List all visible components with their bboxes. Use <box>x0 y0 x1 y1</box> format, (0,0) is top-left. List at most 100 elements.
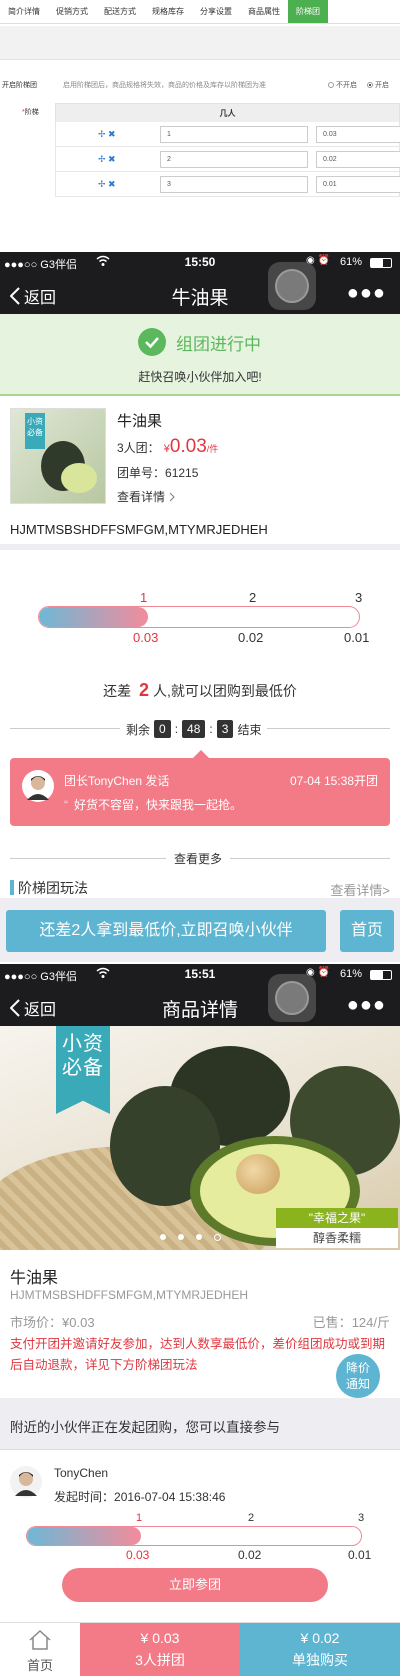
group-status-banner: 组团进行中 赶快召唤小伙伴加入吧! <box>0 314 400 396</box>
remain-suffix: 人,就可以团购到最低价 <box>153 683 297 699</box>
brand-subtext: 醇香柔糯 <box>312 1231 361 1245</box>
battery-icon <box>370 970 392 980</box>
product-thumbnail: 小资必备 <box>10 408 106 504</box>
add-remove-icons[interactable]: ✢ ✖ <box>98 154 116 165</box>
radio-enable-label: 开启 <box>375 82 389 89</box>
countdown: 剩余 0: 48: 3 结束 <box>120 718 268 740</box>
price-input[interactable]: 0.02 <box>316 151 400 168</box>
sold-count: 已售：124/斤 <box>313 1312 390 1331</box>
product-hero-image[interactable]: 小资必备 "幸福之果" 醇香柔糯 <box>0 1026 400 1250</box>
battery-percent: 61% <box>340 968 363 980</box>
tab-delivery[interactable]: 配送方式 <box>96 0 144 23</box>
action-bar: 还差2人拿到最低价,立即召唤小伙伴 首页 <box>0 898 400 962</box>
leader-message: 团长TonyChen 发话 07-04 15:38开团 “ 好货不容留，快来跟我一… <box>10 758 390 826</box>
tier-price-3: 0.01 <box>348 1548 372 1562</box>
tab-ladder-group[interactable]: 阶梯团 <box>288 0 328 23</box>
promo-tag-text: 小资必备 <box>62 1033 104 1079</box>
tier-count-1: 1 <box>140 590 148 605</box>
dot-icon[interactable] <box>178 1234 184 1240</box>
status-bar: ●●●○○ G3伴侣 15:50 ◉ ⏰ 61% <box>0 252 400 274</box>
price-input[interactable]: 0.01 <box>316 176 400 193</box>
progress-section: 1 2 3 0.03 0.02 0.01 还差 2 人,就可以团购到最低价 剩余 … <box>0 556 400 899</box>
add-remove-icons[interactable]: ✢ ✖ <box>98 179 116 190</box>
add-remove-icons[interactable]: ✢ ✖ <box>98 129 116 140</box>
carousel-dots[interactable] <box>160 1234 221 1241</box>
ladder-row: ✢ ✖ 3 0.01 <box>55 172 400 197</box>
battery-percent: 61% <box>340 256 363 268</box>
brand-text: "幸福之果" <box>276 1208 398 1228</box>
countdown-seconds: 3 <box>216 720 234 738</box>
assistive-touch-button[interactable] <box>268 974 316 1022</box>
countdown-hours: 0 <box>154 720 171 738</box>
battery-icon <box>370 258 392 268</box>
progress-bar <box>38 606 360 628</box>
radio-enable[interactable]: 开启 <box>367 80 389 90</box>
dot-icon[interactable] <box>214 1234 221 1241</box>
invite-button[interactable]: 还差2人拿到最低价,立即召唤小伙伴 <box>6 910 326 952</box>
ladder-header: 几人 <box>55 103 400 123</box>
single-buy-button[interactable]: ¥ 0.02 单独购买 <box>240 1623 400 1676</box>
radio-disable[interactable]: 不开启 <box>328 80 357 90</box>
start-time-label: 发起时间： <box>54 1490 115 1504</box>
enable-ladder-label: 开启阶梯团 <box>2 82 37 89</box>
market-price-value: ¥0.03 <box>62 1315 95 1330</box>
tab-promotion[interactable]: 促销方式 <box>48 0 96 23</box>
bubble-arrow <box>193 750 209 758</box>
group-buy-price: ¥ 0.03 <box>140 1630 180 1646</box>
radio-disable-label: 不开启 <box>336 82 357 89</box>
leader-name: 团长TonyChen 发话 <box>64 774 170 788</box>
price-input[interactable]: 0.03 <box>316 126 400 143</box>
avatar <box>22 770 54 802</box>
tab-spec-stock[interactable]: 规格库存 <box>144 0 192 23</box>
price-drop-button[interactable]: 降价通知 <box>336 1354 380 1398</box>
remain-text: 还差 2 人,就可以团购到最低价 <box>0 680 400 701</box>
product-desc: HJMTMSBSHDFFSMFGM,MTYMRJEDHEH <box>10 1288 248 1302</box>
people-input[interactable]: 3 <box>160 176 308 193</box>
tier-count-1: 1 <box>136 1512 143 1524</box>
dot-icon[interactable] <box>160 1234 166 1240</box>
product-name: 牛油果 <box>10 1270 59 1287</box>
group-buy-button[interactable]: ¥ 0.03 3人拼团 <box>80 1623 240 1676</box>
tier-price-1: 0.03 <box>133 630 159 645</box>
tab-attributes[interactable]: 商品属性 <box>240 0 288 23</box>
radio-off-icon <box>328 82 334 88</box>
rules-link[interactable]: 查看详情> <box>330 880 390 899</box>
tab-home[interactable]: 首页 <box>0 1623 80 1676</box>
join-group-button[interactable]: 立即参团 <box>62 1568 328 1602</box>
tier-price-2: 0.02 <box>238 630 264 645</box>
progress-bar <box>26 1526 362 1546</box>
view-more-link[interactable]: 查看更多 <box>166 850 231 867</box>
tier-price-3: 0.01 <box>344 630 370 645</box>
single-buy-price: ¥ 0.02 <box>300 1630 340 1646</box>
sold-value: 124/斤 <box>351 1315 390 1330</box>
countdown-minutes: 48 <box>182 720 206 738</box>
dot-icon[interactable] <box>196 1234 202 1240</box>
home-button[interactable]: 首页 <box>340 910 394 952</box>
tab-share[interactable]: 分享设置 <box>192 0 240 23</box>
order-number-line: 团单号：61215 <box>117 464 198 481</box>
brand-tag: "幸福之果" 醇香柔糯 <box>276 1208 398 1248</box>
view-detail-label: 查看详情 <box>117 490 166 504</box>
thumb-tag: 小资必备 <box>25 413 45 449</box>
price-unit: /件 <box>206 444 219 454</box>
leader-text-body: 好货不容留，快来跟我一起抢。 <box>74 798 243 812</box>
people-input[interactable]: 2 <box>160 151 308 168</box>
nav-bar: 返回 商品详情 ●●● <box>0 986 400 1026</box>
order-label: 团单号： <box>117 466 166 480</box>
assistive-touch-button[interactable] <box>268 262 316 310</box>
more-icon[interactable]: ●●● <box>347 994 386 1017</box>
product-name: 牛油果 <box>117 413 163 430</box>
admin-toolbar-area <box>0 26 400 60</box>
tab-intro[interactable]: 简介详情 <box>0 0 48 23</box>
tier-count-3: 3 <box>358 1512 365 1524</box>
progress-fill <box>39 607 148 627</box>
remain-prefix: 还差 <box>103 683 132 699</box>
rules-title: 阶梯团玩法 <box>18 880 88 896</box>
banner-title: 组团进行中 <box>176 335 261 354</box>
radio-on-icon <box>367 82 373 88</box>
people-input[interactable]: 1 <box>160 126 308 143</box>
tier-count-2: 2 <box>248 1512 255 1524</box>
more-icon[interactable]: ●●● <box>347 282 386 305</box>
view-detail-link[interactable]: 查看详情 <box>117 488 175 505</box>
product-card[interactable]: 小资必备 牛油果 3人团： ¥ 0.03 /件 团单号：61215 查看详情 H… <box>0 398 400 550</box>
